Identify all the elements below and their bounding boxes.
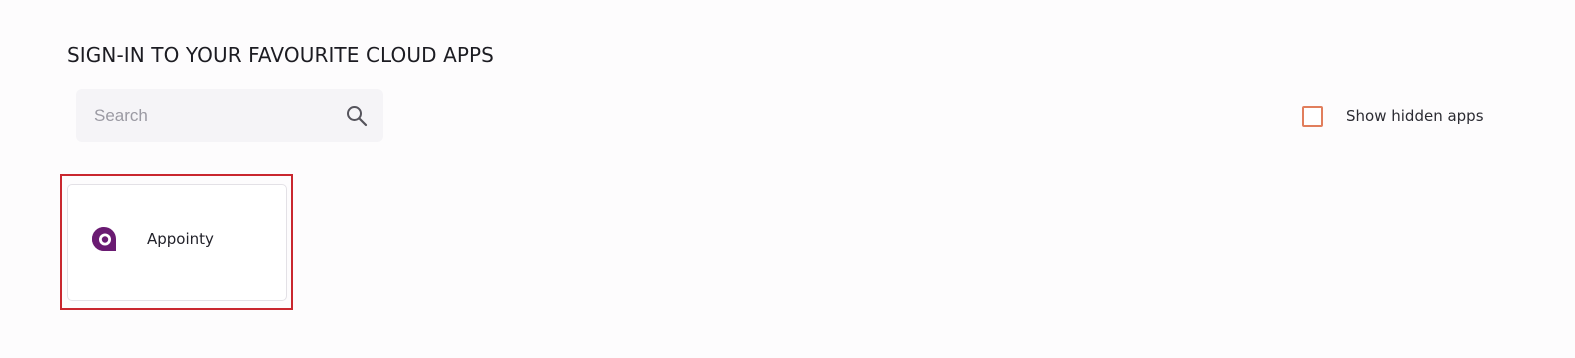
page-title: SIGN-IN TO YOUR FAVOURITE CLOUD APPS [67, 43, 494, 68]
app-name: Appointy [147, 230, 214, 248]
search-box [76, 89, 383, 142]
show-hidden-apps-checkbox[interactable] [1302, 105, 1323, 127]
search-input[interactable] [76, 89, 336, 142]
show-hidden-apps-label: Show hidden apps [1346, 107, 1484, 125]
app-launcher-page: SIGN-IN TO YOUR FAVOURITE CLOUD APPS Sho… [0, 0, 1575, 358]
show-hidden-apps-toggle[interactable]: Show hidden apps [1302, 104, 1484, 128]
search-icon[interactable] [345, 104, 369, 128]
app-tile-appointy[interactable]: Appointy [67, 184, 287, 301]
appointy-logo-icon [91, 226, 117, 252]
